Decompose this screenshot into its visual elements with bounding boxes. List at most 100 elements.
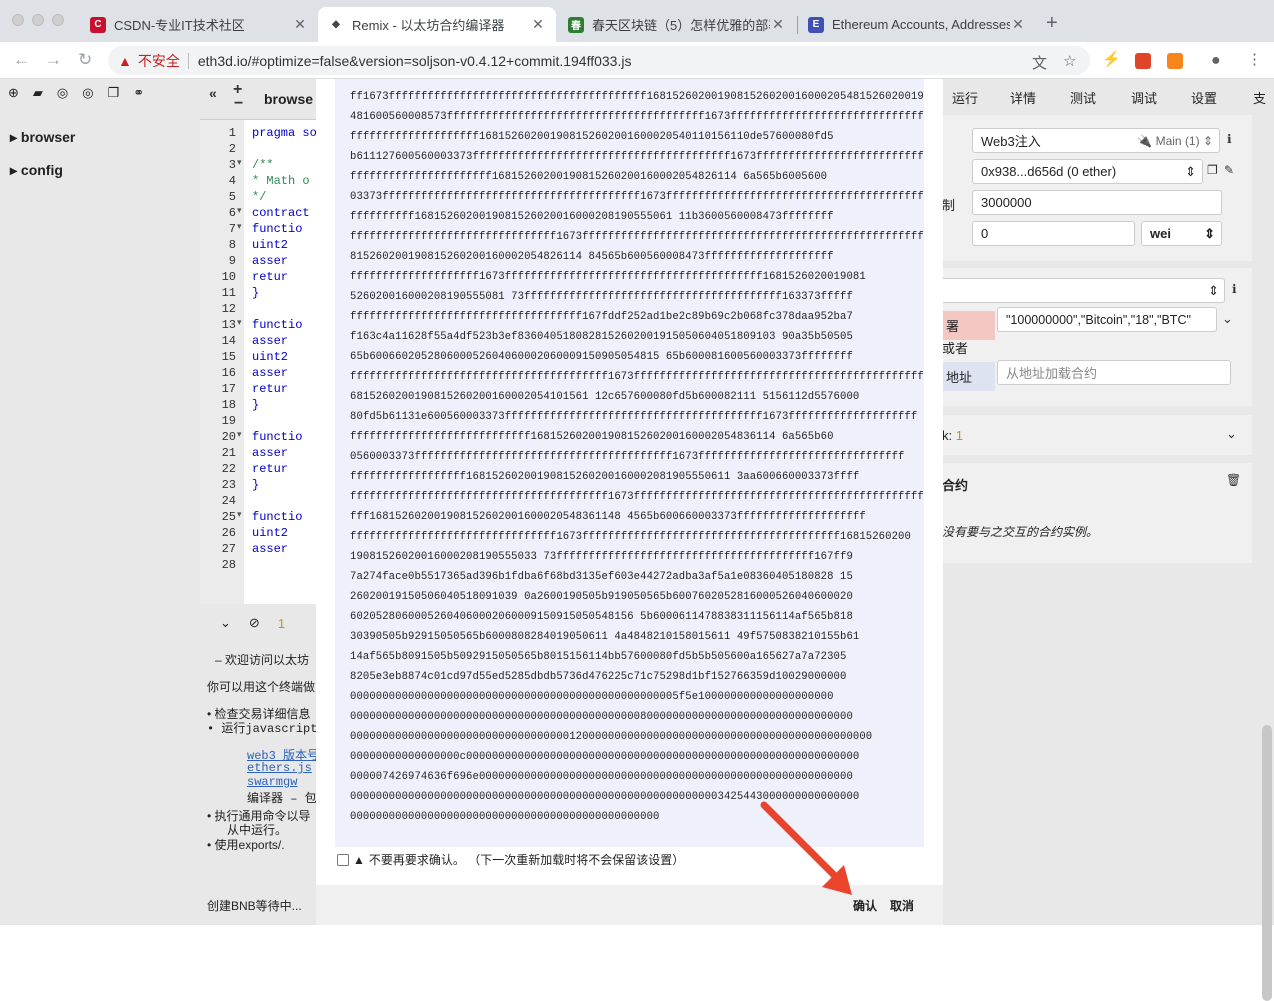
chevron-down-icon[interactable]: ⌄: [1226, 426, 1237, 442]
tab-test[interactable]: 测试: [1070, 88, 1096, 107]
code-line[interactable]: 8 uint2: [200, 238, 316, 254]
at-address-button[interactable]: 地址: [942, 362, 995, 391]
close-tab-icon[interactable]: ✕: [770, 16, 786, 33]
tab-support[interactable]: 支: [1253, 88, 1266, 107]
code-line[interactable]: 3 ▾ /**: [200, 158, 316, 174]
constructor-args-input[interactable]: "100000000","Bitcoin","18","BTC": [997, 307, 1217, 332]
code-line[interactable]: 18 }: [200, 398, 316, 414]
bookmark-star-icon[interactable]: ☆: [1063, 52, 1076, 70]
github-icon[interactable]: ◎: [57, 85, 68, 101]
copy-icon[interactable]: ❐: [108, 85, 120, 101]
browser-tab-csdn[interactable]: C CSDN-专业IT技术社区 ✕: [80, 7, 318, 42]
tab-details[interactable]: 详情: [1010, 88, 1036, 107]
collapse-terminal-icon[interactable]: ⌄: [220, 615, 231, 631]
extension-icon[interactable]: [1135, 53, 1151, 69]
fold-toggle-icon[interactable]: ▾: [237, 430, 242, 440]
code-line[interactable]: 26 uint2: [200, 526, 316, 542]
page-scrollbar[interactable]: [1262, 725, 1272, 1001]
insecure-label[interactable]: 不安全: [138, 51, 180, 71]
dont-ask-again-checkbox[interactable]: [337, 853, 349, 866]
code-line[interactable]: 19: [200, 414, 316, 430]
gist-icon[interactable]: ◎: [82, 85, 93, 101]
ethers-link[interactable]: ethers.js: [247, 761, 312, 775]
code-line[interactable]: 10 retur: [200, 270, 316, 286]
code-line[interactable]: 14 asser: [200, 334, 316, 350]
code-line[interactable]: 27 asser: [200, 542, 316, 558]
new-tab-icon[interactable]: +: [1046, 12, 1058, 35]
code-line[interactable]: 20 ▾ functio: [200, 430, 316, 446]
browser-tab-ethereum[interactable]: E Ethereum Accounts, Addresses ✕: [798, 7, 1036, 42]
fold-toggle-icon[interactable]: ▾: [237, 206, 242, 216]
code-line[interactable]: 21 asser: [200, 446, 316, 462]
close-tab-icon[interactable]: ✕: [530, 16, 546, 33]
code-line[interactable]: 4 * Math o: [200, 174, 316, 190]
deploy-button[interactable]: 署: [942, 311, 995, 340]
environment-select[interactable]: Web3注入 🔌 Main (1) ⇕: [972, 128, 1220, 153]
code-line[interactable]: 7 ▾ functio: [200, 222, 316, 238]
open-folder-icon[interactable]: ▰: [33, 85, 43, 101]
code-line[interactable]: 6 ▾ contract: [200, 206, 316, 222]
menu-kebab-icon[interactable]: ⋮: [1247, 50, 1262, 68]
zoom-out-icon[interactable]: −: [234, 95, 243, 113]
fold-toggle-icon[interactable]: ▾: [237, 318, 242, 328]
code-line[interactable]: 2: [200, 142, 316, 158]
translate-icon[interactable]: 文: [1032, 52, 1047, 73]
address-bar[interactable]: ▲ 不安全 eth3d.io/#optimize=false&version=s…: [108, 46, 1090, 75]
info-icon[interactable]: ℹ: [1227, 132, 1232, 146]
code-line[interactable]: 17 retur: [200, 382, 316, 398]
metamask-fox-icon[interactable]: [1167, 53, 1183, 69]
fold-toggle-icon[interactable]: ▾: [237, 158, 242, 168]
contract-select[interactable]: ⇕: [937, 278, 1225, 303]
clear-terminal-icon[interactable]: ⊘: [249, 615, 260, 631]
url-text[interactable]: eth3d.io/#optimize=false&version=soljson…: [198, 53, 632, 69]
edit-icon[interactable]: ✎: [1224, 163, 1234, 177]
code-line[interactable]: 16 asser: [200, 366, 316, 382]
code-line[interactable]: 12: [200, 302, 316, 318]
browser-tab-remix[interactable]: ◆ Remix - 以太坊合约编译器 ✕: [318, 7, 556, 42]
code-line[interactable]: 25 ▾ functio: [200, 510, 316, 526]
back-icon[interactable]: ←: [13, 50, 30, 70]
info-icon[interactable]: ℹ: [1232, 282, 1237, 296]
code-line[interactable]: 28: [200, 558, 316, 574]
unit-select[interactable]: wei ⇕: [1141, 221, 1222, 246]
account-select[interactable]: 0x938...d656d (0 ether) ⇕: [972, 159, 1203, 184]
code-line[interactable]: 9 asser: [200, 254, 316, 270]
code-line[interactable]: 13 ▾ functio: [200, 318, 316, 334]
swarmgw-link[interactable]: swarmgw: [247, 775, 297, 789]
profile-avatar-icon[interactable]: ●: [1211, 52, 1221, 70]
cancel-button[interactable]: 取消: [890, 897, 914, 914]
code-line[interactable]: 23 }: [200, 478, 316, 494]
pending-transactions-bar[interactable]: k: 1 ⌄: [942, 415, 1252, 455]
minimize-window-button[interactable]: [32, 14, 44, 26]
code-line[interactable]: 1 pragma so: [200, 126, 317, 142]
browser-tab-blog[interactable]: 春 春天区块链（5）怎样优雅的部署 ✕: [558, 7, 796, 42]
editor-file-tab[interactable]: browse: [264, 91, 313, 107]
close-tab-icon[interactable]: ✕: [292, 16, 308, 33]
code-line[interactable]: 22 retur: [200, 462, 316, 478]
collapse-left-icon[interactable]: «: [209, 85, 217, 101]
expand-args-icon[interactable]: ⌄: [1222, 311, 1233, 327]
gas-limit-input[interactable]: 3000000: [972, 190, 1222, 215]
close-tab-icon[interactable]: ✕: [1010, 16, 1026, 33]
code-line[interactable]: 24: [200, 494, 316, 510]
tab-settings[interactable]: 设置: [1191, 88, 1217, 107]
copy-address-icon[interactable]: ❐: [1207, 163, 1218, 177]
fold-toggle-icon[interactable]: ▾: [237, 222, 242, 232]
value-input[interactable]: 0: [972, 221, 1135, 246]
code-line[interactable]: 15 uint2: [200, 350, 316, 366]
fold-toggle-icon[interactable]: ▾: [237, 510, 242, 520]
code-line[interactable]: 11 }: [200, 286, 316, 302]
at-address-input[interactable]: 从地址加载合约: [997, 360, 1231, 385]
trash-icon[interactable]: 🗑: [1226, 473, 1241, 487]
folder-browser[interactable]: ▸ browser: [10, 129, 75, 146]
reload-icon[interactable]: ↻: [78, 50, 92, 70]
tab-debug[interactable]: 调试: [1131, 88, 1157, 107]
lightning-extension-icon[interactable]: ⚡: [1102, 50, 1121, 68]
link-icon[interactable]: ⚭: [133, 85, 144, 101]
close-window-button[interactable]: [12, 14, 24, 26]
code-line[interactable]: 5 */: [200, 190, 316, 206]
folder-config[interactable]: ▸ config: [10, 162, 63, 179]
tab-run[interactable]: 运行: [952, 88, 978, 107]
code-editor[interactable]: 1 pragma so 2 3 ▾/** 4 * Math o5 */6 ▾ contract…: [200, 119, 317, 644]
add-file-icon[interactable]: ⊕: [8, 85, 19, 101]
